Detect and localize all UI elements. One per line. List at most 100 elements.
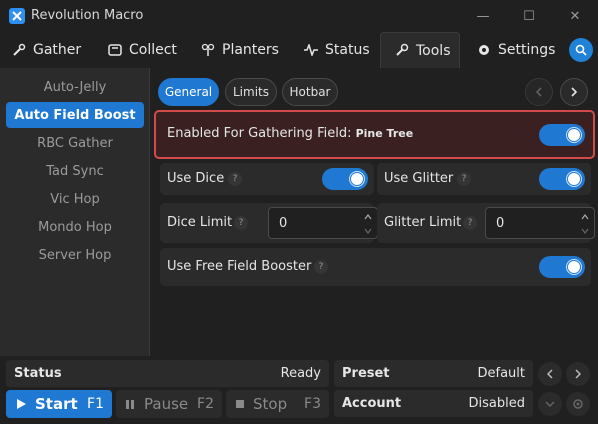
dice-limit-help-icon[interactable]: ? (234, 216, 248, 230)
account-label: Account (342, 396, 402, 411)
dice-limit-value[interactable] (269, 208, 353, 238)
chevron-left-icon (535, 87, 542, 97)
dice-limit-row: Dice Limit ? (160, 203, 378, 243)
tab-planters[interactable]: Planters (201, 32, 279, 68)
chevron-right-icon (571, 87, 578, 97)
main-content: General Limits Hotbar Enabled For Gather… (151, 68, 598, 356)
use-glitter-row: Use Glitter ? (377, 163, 591, 195)
glitter-limit-input[interactable] (485, 207, 595, 239)
sidebar-item-vic-hop[interactable]: Vic Hop (6, 186, 144, 212)
prev-page-button[interactable] (525, 78, 553, 106)
maximize-button[interactable]: ☐ (506, 0, 552, 32)
collect-icon (108, 44, 122, 56)
tab-collect[interactable]: Collect (108, 32, 177, 68)
preset-value: Default (477, 366, 526, 381)
free-field-booster-toggle[interactable] (539, 256, 585, 278)
title-bar: Revolution Macro — ☐ ✕ (0, 0, 598, 32)
tab-gather[interactable]: Gather (12, 32, 81, 68)
tab-settings-label: Settings (498, 42, 556, 58)
tab-planters-label: Planters (222, 42, 279, 58)
status-box: Status Ready (6, 360, 329, 387)
pause-label: Pause (144, 395, 189, 413)
use-dice-row: Use Dice ? (160, 163, 374, 195)
free-field-booster-label: Use Free Field Booster (167, 259, 312, 274)
sidebar-item-mondo-hop[interactable]: Mondo Hop (6, 214, 144, 240)
next-page-button[interactable] (560, 78, 588, 106)
preset-prev-button[interactable] (538, 362, 562, 386)
sidebar-item-auto-jelly[interactable]: Auto-Jelly (6, 74, 144, 100)
use-glitter-help-icon[interactable]: ? (457, 172, 471, 186)
glitter-limit-row: Glitter Limit ? (377, 203, 595, 243)
glitter-limit-value[interactable] (486, 208, 570, 238)
subtab-hotbar[interactable]: Hotbar (282, 78, 338, 106)
chevron-up-icon (581, 213, 589, 219)
chevron-down-icon (581, 228, 589, 234)
tools-sidebar: Auto-Jelly Auto Field Boost RBC Gather T… (0, 68, 150, 356)
chevron-right-icon (575, 369, 582, 379)
use-glitter-toggle[interactable] (539, 168, 585, 190)
search-button[interactable] (569, 38, 593, 62)
subtab-limits[interactable]: Limits (225, 78, 277, 106)
tab-tools[interactable]: Tools (380, 32, 460, 68)
use-dice-toggle[interactable] (322, 168, 368, 190)
use-dice-help-icon[interactable]: ? (228, 172, 242, 186)
pause-button[interactable]: Pause F2 (116, 390, 222, 418)
enabled-field-toggle[interactable] (539, 124, 585, 146)
planters-icon (201, 43, 215, 56)
tools-icon (396, 43, 409, 56)
account-dropdown-button[interactable] (538, 392, 562, 416)
free-field-booster-row: Use Free Field Booster ? (160, 248, 591, 286)
subtab-general[interactable]: General (158, 78, 219, 106)
chevron-down-icon (545, 401, 555, 407)
start-button[interactable]: Start F1 (6, 390, 112, 418)
search-icon (575, 44, 587, 56)
glitter-limit-down-button[interactable] (578, 224, 592, 237)
preset-box[interactable]: Preset Default (334, 360, 533, 387)
tab-status-label: Status (325, 42, 370, 58)
account-settings-button[interactable] (566, 392, 590, 416)
sidebar-item-tad-sync[interactable]: Tad Sync (6, 158, 144, 184)
tab-status[interactable]: Status (304, 32, 370, 68)
tab-tools-label: Tools (416, 42, 451, 59)
glitter-limit-label: Glitter Limit (384, 215, 462, 230)
enabled-field-name: Pine Tree (355, 127, 414, 140)
gear-icon (573, 399, 583, 409)
app-logo-icon (9, 8, 25, 24)
gather-icon (13, 43, 26, 56)
tab-collect-label: Collect (129, 42, 177, 58)
glitter-limit-help-icon[interactable]: ? (463, 216, 477, 230)
use-dice-label: Use Dice (167, 171, 225, 186)
account-box[interactable]: Account Disabled (334, 390, 533, 417)
stop-button[interactable]: Stop F3 (226, 390, 329, 418)
sidebar-item-auto-field-boost[interactable]: Auto Field Boost (6, 102, 144, 128)
status-label: Status (14, 366, 62, 381)
tab-gather-label: Gather (33, 42, 82, 58)
chevron-up-icon (364, 213, 372, 219)
settings-icon (479, 45, 489, 55)
pause-hotkey: F2 (197, 396, 214, 412)
play-icon (17, 399, 26, 409)
status-value: Ready (280, 366, 321, 381)
glitter-limit-up-button[interactable] (578, 210, 592, 223)
close-button[interactable]: ✕ (552, 0, 598, 32)
enabled-field-row: Enabled For Gathering Field: Pine Tree (154, 110, 595, 159)
minimize-button[interactable]: — (460, 0, 506, 32)
dice-limit-down-button[interactable] (361, 224, 375, 237)
status-bar: Status Ready Preset Default Start F1 Pau… (0, 356, 598, 424)
free-field-booster-help-icon[interactable]: ? (314, 260, 328, 274)
preset-next-button[interactable] (566, 362, 590, 386)
dice-limit-up-button[interactable] (361, 210, 375, 223)
status-icon (304, 44, 318, 56)
use-glitter-label: Use Glitter (384, 171, 454, 186)
enabled-field-label: Enabled For Gathering Field: Pine Tree (167, 126, 414, 141)
sidebar-item-rbc-gather[interactable]: RBC Gather (6, 130, 144, 156)
preset-label: Preset (342, 366, 390, 381)
sidebar-item-server-hop[interactable]: Server Hop (6, 242, 144, 268)
stop-hotkey: F3 (304, 396, 321, 412)
stop-icon (236, 400, 244, 408)
start-hotkey: F1 (87, 396, 104, 412)
tab-settings[interactable]: Settings (477, 32, 555, 68)
main-nav: Gather Collect Planters Status Tools Set… (0, 32, 598, 68)
dice-limit-label: Dice Limit (167, 215, 233, 230)
dice-limit-input[interactable] (268, 207, 378, 239)
